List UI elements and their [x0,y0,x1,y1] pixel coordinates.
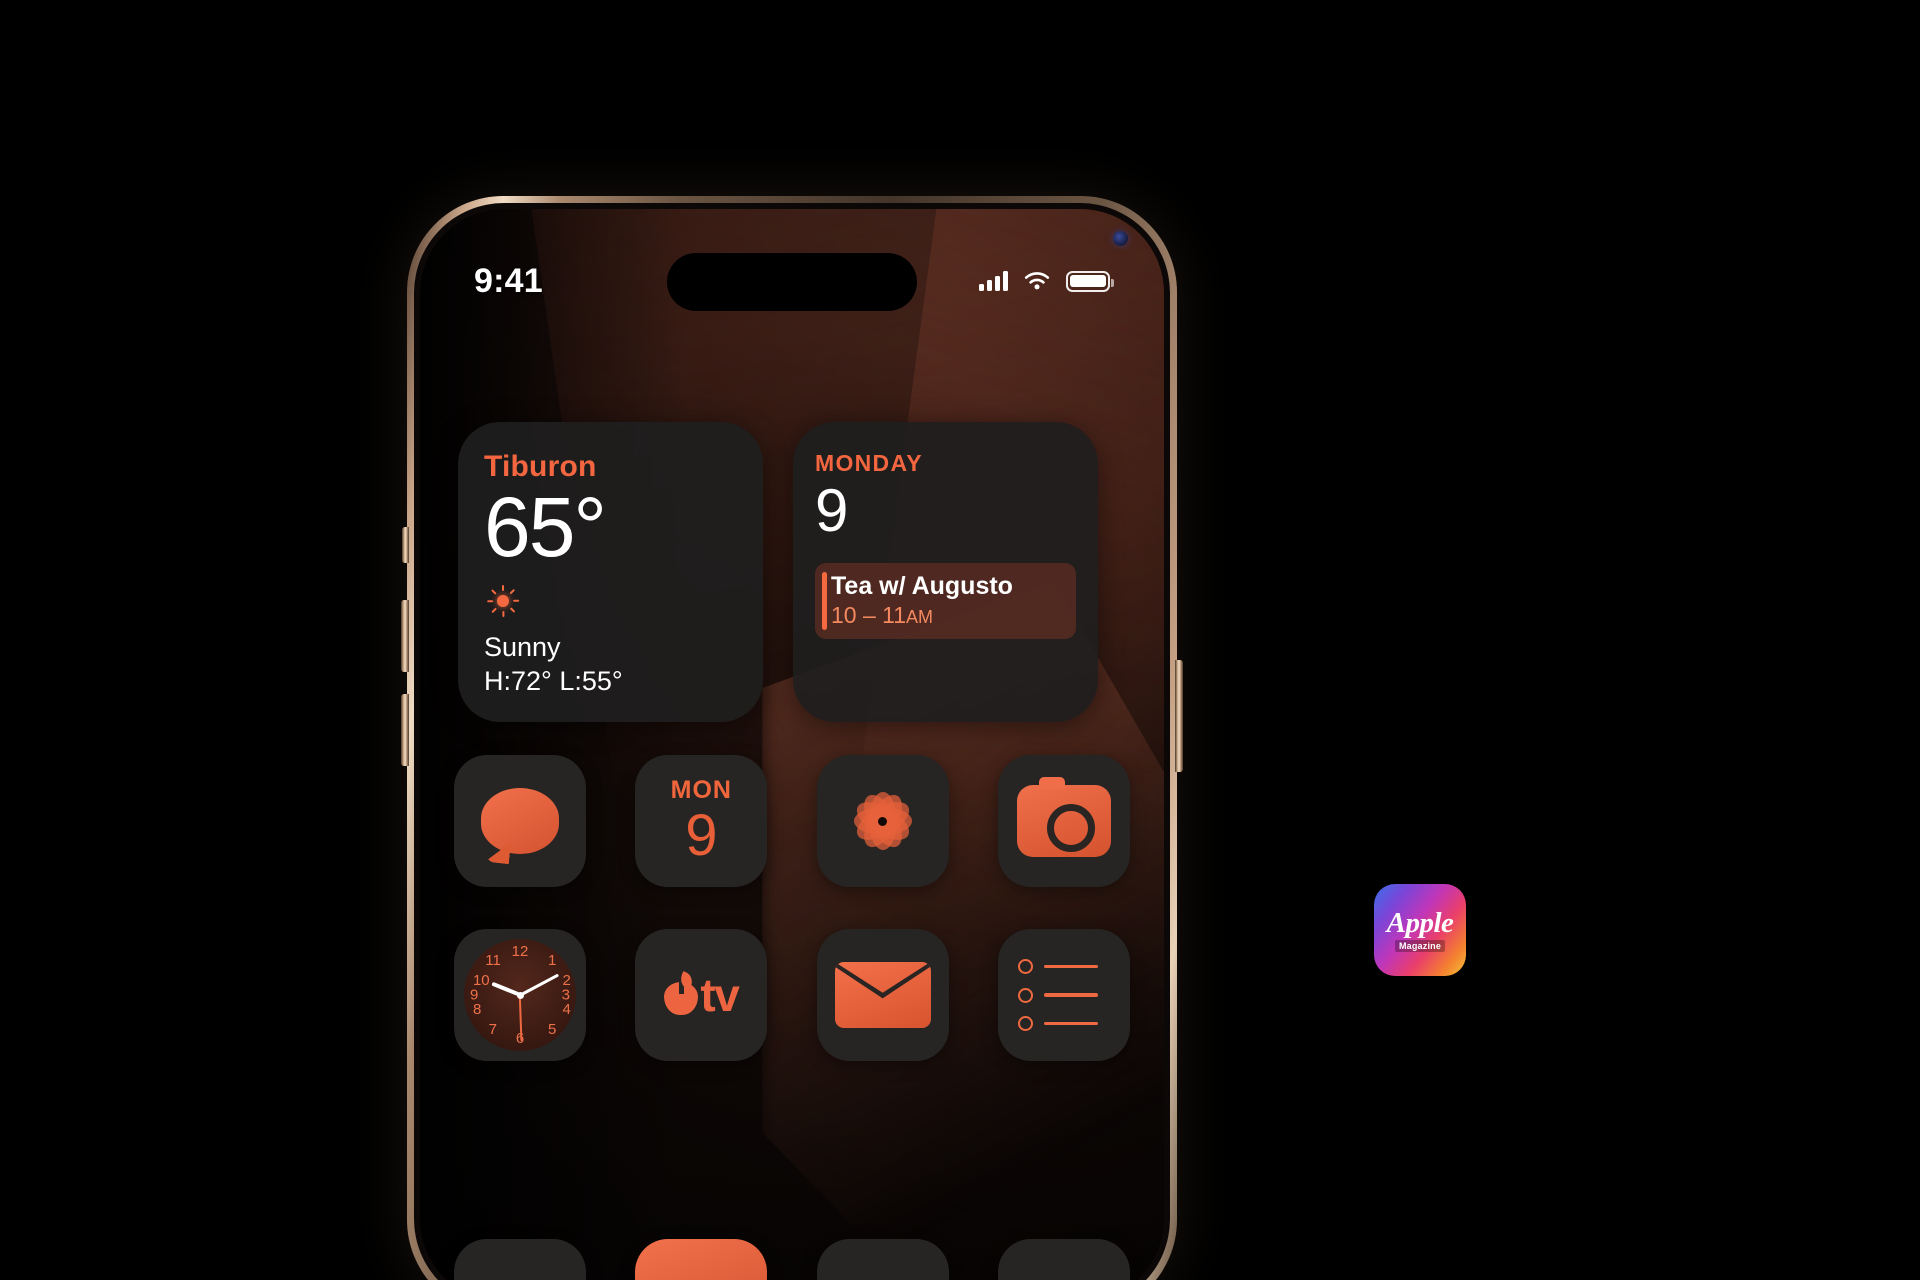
app-camera[interactable] [997,755,1130,887]
weather-temperature: 65° [484,480,607,574]
status-indicators [979,270,1114,292]
weather-condition: Sunny [484,631,561,662]
app-clock[interactable]: 12 1 2 3 4 5 6 7 8 9 [454,929,586,1061]
wifi-icon [1024,271,1050,289]
sun-icon [486,584,520,618]
calendar-day-number: 9 [815,477,848,544]
app-tile-partial-2[interactable] [635,1239,768,1280]
mail-tile[interactable] [816,929,949,1061]
app-tile-partial-4[interactable] [997,1239,1130,1280]
mute-switch[interactable] [402,527,409,563]
apple-tv-tile[interactable]: tv [635,929,768,1061]
app-messages[interactable] [454,755,586,887]
clock-tile[interactable]: 12 1 2 3 4 5 6 7 8 9 [454,929,586,1061]
widget-row: Tiburon 65° Sunny H:72° L:55° MONDAY 9 T… [420,422,1164,722]
weather-high-low: H:72° L:55° [484,665,623,696]
app-calendar[interactable]: MON 9 [635,755,768,887]
screenshot-canvas: 9:41 Tiburon 65° Sunny H:72° L:55° MONDA… [0,0,1920,1280]
weather-widget[interactable]: Tiburon 65° Sunny H:72° L:55° [458,422,763,722]
weather-city: Tiburon [484,450,597,483]
messages-tile[interactable] [454,755,586,887]
camera-tile[interactable] [997,755,1130,887]
apple-tv-icon: tv [664,968,740,1022]
calendar-weekday: MONDAY [815,450,923,476]
app-reminders[interactable] [997,929,1130,1061]
calendar-icon-month: MON [670,775,732,804]
app-tile-partial-3[interactable] [816,1239,949,1280]
mail-envelope-icon [834,962,931,1028]
reminders-tile[interactable] [997,929,1130,1061]
app-photos[interactable] [816,755,949,887]
app-mail[interactable] [816,929,949,1061]
calendar-event-time: 10 – 11AM [831,602,1064,629]
calendar-event-title: Tea w/ Augusto [831,572,1013,600]
logo-primary-text: Apple [1386,906,1454,939]
camera-icon [1016,777,1111,857]
calendar-widget[interactable]: MONDAY 9 Tea w/ Augusto 10 – 11AM [793,422,1098,722]
device-screen: 9:41 Tiburon 65° Sunny H:72° L:55° MONDA… [420,209,1164,1280]
volume-down-button[interactable] [401,694,409,766]
calendar-event-ampm: AM [906,606,934,627]
power-button[interactable] [1175,660,1183,772]
status-clock: 9:41 [474,261,543,300]
app-grid: MON 9 12 1 2 3 4 5 7 8 9 10 11 tv [420,755,1164,1061]
photos-flower-icon [836,774,930,868]
app-row-1: MON 9 [454,755,1130,887]
calendar-tile[interactable]: MON 9 [635,755,768,887]
logo-secondary-text: Magazine [1394,939,1446,952]
volume-up-button[interactable] [401,600,409,672]
apple-tv-label: tv [700,969,739,1021]
faceid-sensor-icon [1113,231,1128,246]
photos-tile[interactable] [816,755,949,887]
wallpaper-vignette [420,209,1164,1280]
cellular-bars-icon [979,271,1008,291]
app-row-2: 12 1 2 3 4 5 6 7 8 9 [454,929,1130,1061]
calendar-event[interactable]: Tea w/ Augusto 10 – 11AM [815,563,1076,639]
calendar-icon: MON 9 [670,775,732,868]
app-tile-partial-1[interactable] [454,1239,586,1280]
app-row-3-partial [420,1239,1164,1280]
calendar-event-range: 10 – 11 [831,601,907,628]
messages-bubble-icon [481,788,559,854]
apple-logo-icon [664,971,699,1015]
applemagazine-logo: Apple Magazine [1374,884,1466,976]
device-bezel: 9:41 Tiburon 65° Sunny H:72° L:55° MONDA… [414,203,1170,1280]
battery-full-icon [1066,270,1114,292]
dynamic-island [667,253,917,311]
app-apple-tv[interactable]: tv [635,929,768,1061]
iphone-device: 9:41 Tiburon 65° Sunny H:72° L:55° MONDA… [407,196,1177,1280]
clock-face-icon: 12 1 2 3 4 5 6 7 8 9 [464,939,576,1051]
reminders-list-icon [1017,959,1110,1031]
calendar-icon-day: 9 [685,802,718,868]
